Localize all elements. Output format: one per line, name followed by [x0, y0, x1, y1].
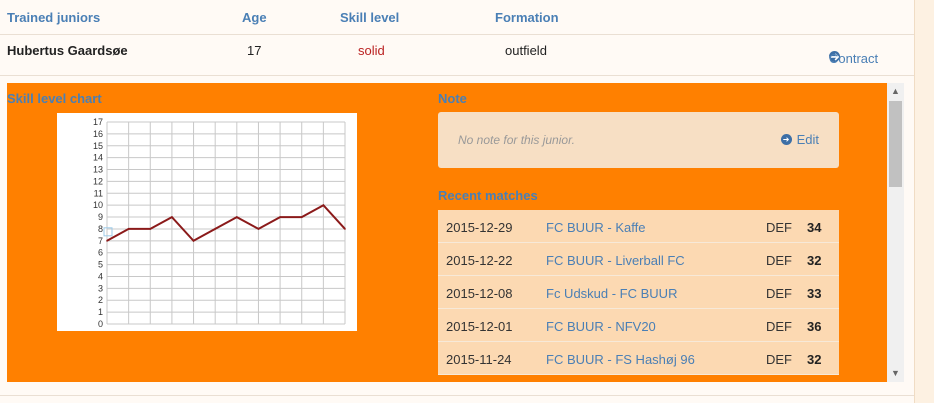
match-link[interactable]: FC BUUR - NFV20: [546, 319, 656, 334]
chart-y-tick-label: 14: [93, 153, 103, 163]
page: Trained juniors Age Skill level Formatio…: [0, 0, 914, 403]
chart-point: [171, 216, 173, 218]
match-score: 36: [807, 319, 822, 334]
match-date: 2015-12-29: [446, 220, 513, 235]
match-score: 34: [807, 220, 822, 235]
chart-y-tick-label: 16: [93, 129, 103, 139]
skill-chart-svg: 01234567891011121314151617: [93, 117, 346, 329]
match-score: 33: [807, 286, 822, 301]
note-title: Note: [438, 91, 467, 106]
chart-y-tick-label: 13: [93, 165, 103, 175]
match-row: 2015-12-08 Fc Udskud - FC BUUR DEF 33: [438, 276, 839, 309]
match-date: 2015-12-01: [446, 319, 513, 334]
contract-label: Contract: [829, 51, 879, 66]
chart-point: [300, 216, 303, 218]
note-text: No note for this junior.: [458, 133, 575, 147]
chart-title: Skill level chart: [7, 91, 102, 106]
match-score: 32: [807, 352, 822, 367]
match-position: DEF: [766, 286, 792, 301]
match-link[interactable]: FC BUUR - Kaffe: [546, 220, 645, 235]
chart-y-tick-label: 10: [93, 200, 103, 210]
chart-y-tick-label: 7: [98, 236, 103, 246]
chart-y-tick-label: 1: [98, 307, 103, 317]
header-age[interactable]: Age: [242, 10, 267, 25]
match-row: 2015-12-22 FC BUUR - Liverball FC DEF 32: [438, 243, 839, 276]
chart-y-tick-label: 5: [98, 260, 103, 270]
chart-y-tick-label: 11: [94, 188, 103, 198]
match-date: 2015-12-08: [446, 286, 513, 301]
chart-y-tick-label: 4: [98, 271, 103, 281]
table-header: Trained juniors Age Skill level Formatio…: [0, 0, 914, 35]
header-trained-juniors[interactable]: Trained juniors: [7, 10, 100, 25]
page-gutter: [914, 0, 934, 403]
chart-y-tick-label: 8: [98, 224, 103, 234]
junior-name: Hubertus Gaardsøe: [7, 43, 128, 58]
scrollbar-thumb[interactable]: [889, 101, 902, 187]
chart-y-tick-label: 15: [93, 141, 103, 151]
chart-y-tick-label: 3: [98, 283, 103, 293]
junior-skill: solid: [358, 43, 385, 58]
match-row: 2015-12-29 FC BUUR - Kaffe DEF 34: [438, 210, 839, 243]
match-date: 2015-11-24: [446, 352, 512, 367]
match-link[interactable]: Fc Udskud - FC BUUR: [546, 286, 677, 301]
chart-point: [236, 216, 238, 218]
note-box: No note for this junior. ➜ Edit: [438, 112, 839, 168]
edit-note-link[interactable]: ➜ Edit: [780, 132, 819, 147]
junior-row[interactable]: Hubertus Gaardsøe 17 solid outfield ➜ Con…: [0, 35, 914, 76]
match-position: DEF: [766, 352, 792, 367]
panel-scrollbar[interactable]: ▲ ▼: [887, 83, 904, 382]
chart-y-tick-label: 12: [93, 176, 103, 186]
chart-series-line: [106, 203, 346, 243]
scroll-down-arrow-icon[interactable]: ▼: [887, 365, 904, 382]
chart-point: [344, 228, 346, 230]
divider: [0, 395, 914, 396]
junior-age: 17: [247, 43, 262, 58]
match-row: 2015-11-24 FC BUUR - FS Hashøj 96 DEF 32: [438, 342, 839, 375]
junior-details-panel: Skill level chart 0 1 2 3 4 5 6 7 8 9 10 11 12 13 14 15…: [7, 83, 887, 382]
arrow-right-icon: ➜: [780, 134, 792, 146]
chart-y-tick-label: 17: [93, 117, 103, 127]
match-row: 2015-12-01 FC BUUR - NFV20 DEF 36: [438, 309, 839, 342]
chart-point: [127, 228, 130, 230]
edit-label: Edit: [796, 132, 819, 147]
chart-point: [214, 228, 216, 230]
match-position: DEF: [766, 220, 792, 235]
chart-y-tick-label: 6: [98, 248, 103, 258]
chart-y-tick-label: 9: [98, 212, 103, 222]
chart-point: [279, 216, 281, 218]
match-score: 32: [807, 253, 822, 268]
junior-formation: outfield: [505, 43, 547, 58]
chart-point: [149, 228, 152, 230]
chart-point: [106, 240, 108, 242]
match-position: DEF: [766, 253, 792, 268]
chart-y-tick-label: 0: [98, 319, 103, 329]
header-skill-level[interactable]: Skill level: [340, 10, 399, 25]
chart-point: [192, 240, 195, 242]
chart-point: [322, 204, 325, 206]
chart-point: [257, 228, 260, 230]
chart-y-tick-label: 2: [98, 295, 103, 305]
match-date: 2015-12-22: [446, 253, 513, 268]
recent-matches-list: 2015-12-29 FC BUUR - Kaffe DEF 34 2015-1…: [438, 210, 839, 375]
match-link[interactable]: FC BUUR - FS Hashøj 96: [546, 352, 695, 367]
match-link[interactable]: FC BUUR - Liverball FC: [546, 253, 685, 268]
match-position: DEF: [766, 319, 792, 334]
recent-matches-title: Recent matches: [438, 188, 538, 203]
scroll-up-arrow-icon[interactable]: ▲: [887, 83, 904, 100]
skill-chart: 0 1 2 3 4 5 6 7 8 9 10 11 12 13 14 15 16 17: [57, 113, 357, 331]
header-formation[interactable]: Formation: [495, 10, 559, 25]
